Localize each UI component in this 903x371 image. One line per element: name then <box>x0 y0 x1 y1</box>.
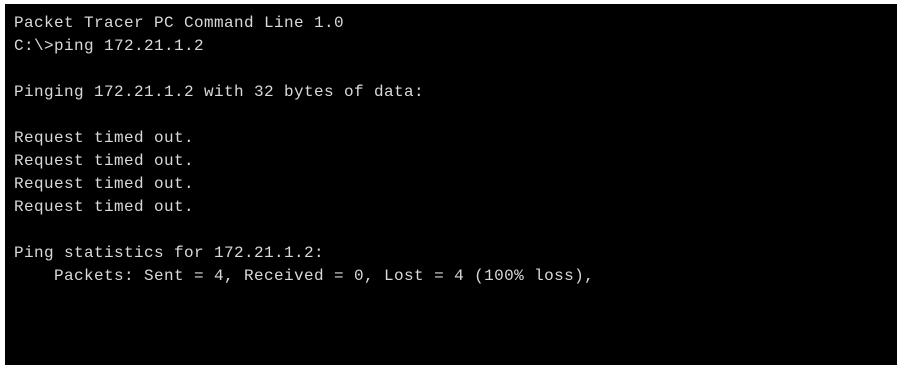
console-line-reply: Request timed out. <box>14 198 195 216</box>
console-line-reply: Request timed out. <box>14 152 195 170</box>
console-line-reply: Request timed out. <box>14 175 195 193</box>
console-line-packets-summary: Packets: Sent = 4, Received = 0, Lost = … <box>14 267 595 285</box>
command-line-console[interactable]: Packet Tracer PC Command Line 1.0 C:\>pi… <box>5 4 897 365</box>
console-line-banner: Packet Tracer PC Command Line 1.0 <box>14 14 345 32</box>
console-line-pinging: Pinging 172.21.1.2 with 32 bytes of data… <box>14 83 425 101</box>
console-line-command: C:\>ping 172.21.1.2 <box>14 37 205 55</box>
console-line-reply: Request timed out. <box>14 129 195 147</box>
console-line-statistics-header: Ping statistics for 172.21.1.2: <box>14 244 325 262</box>
